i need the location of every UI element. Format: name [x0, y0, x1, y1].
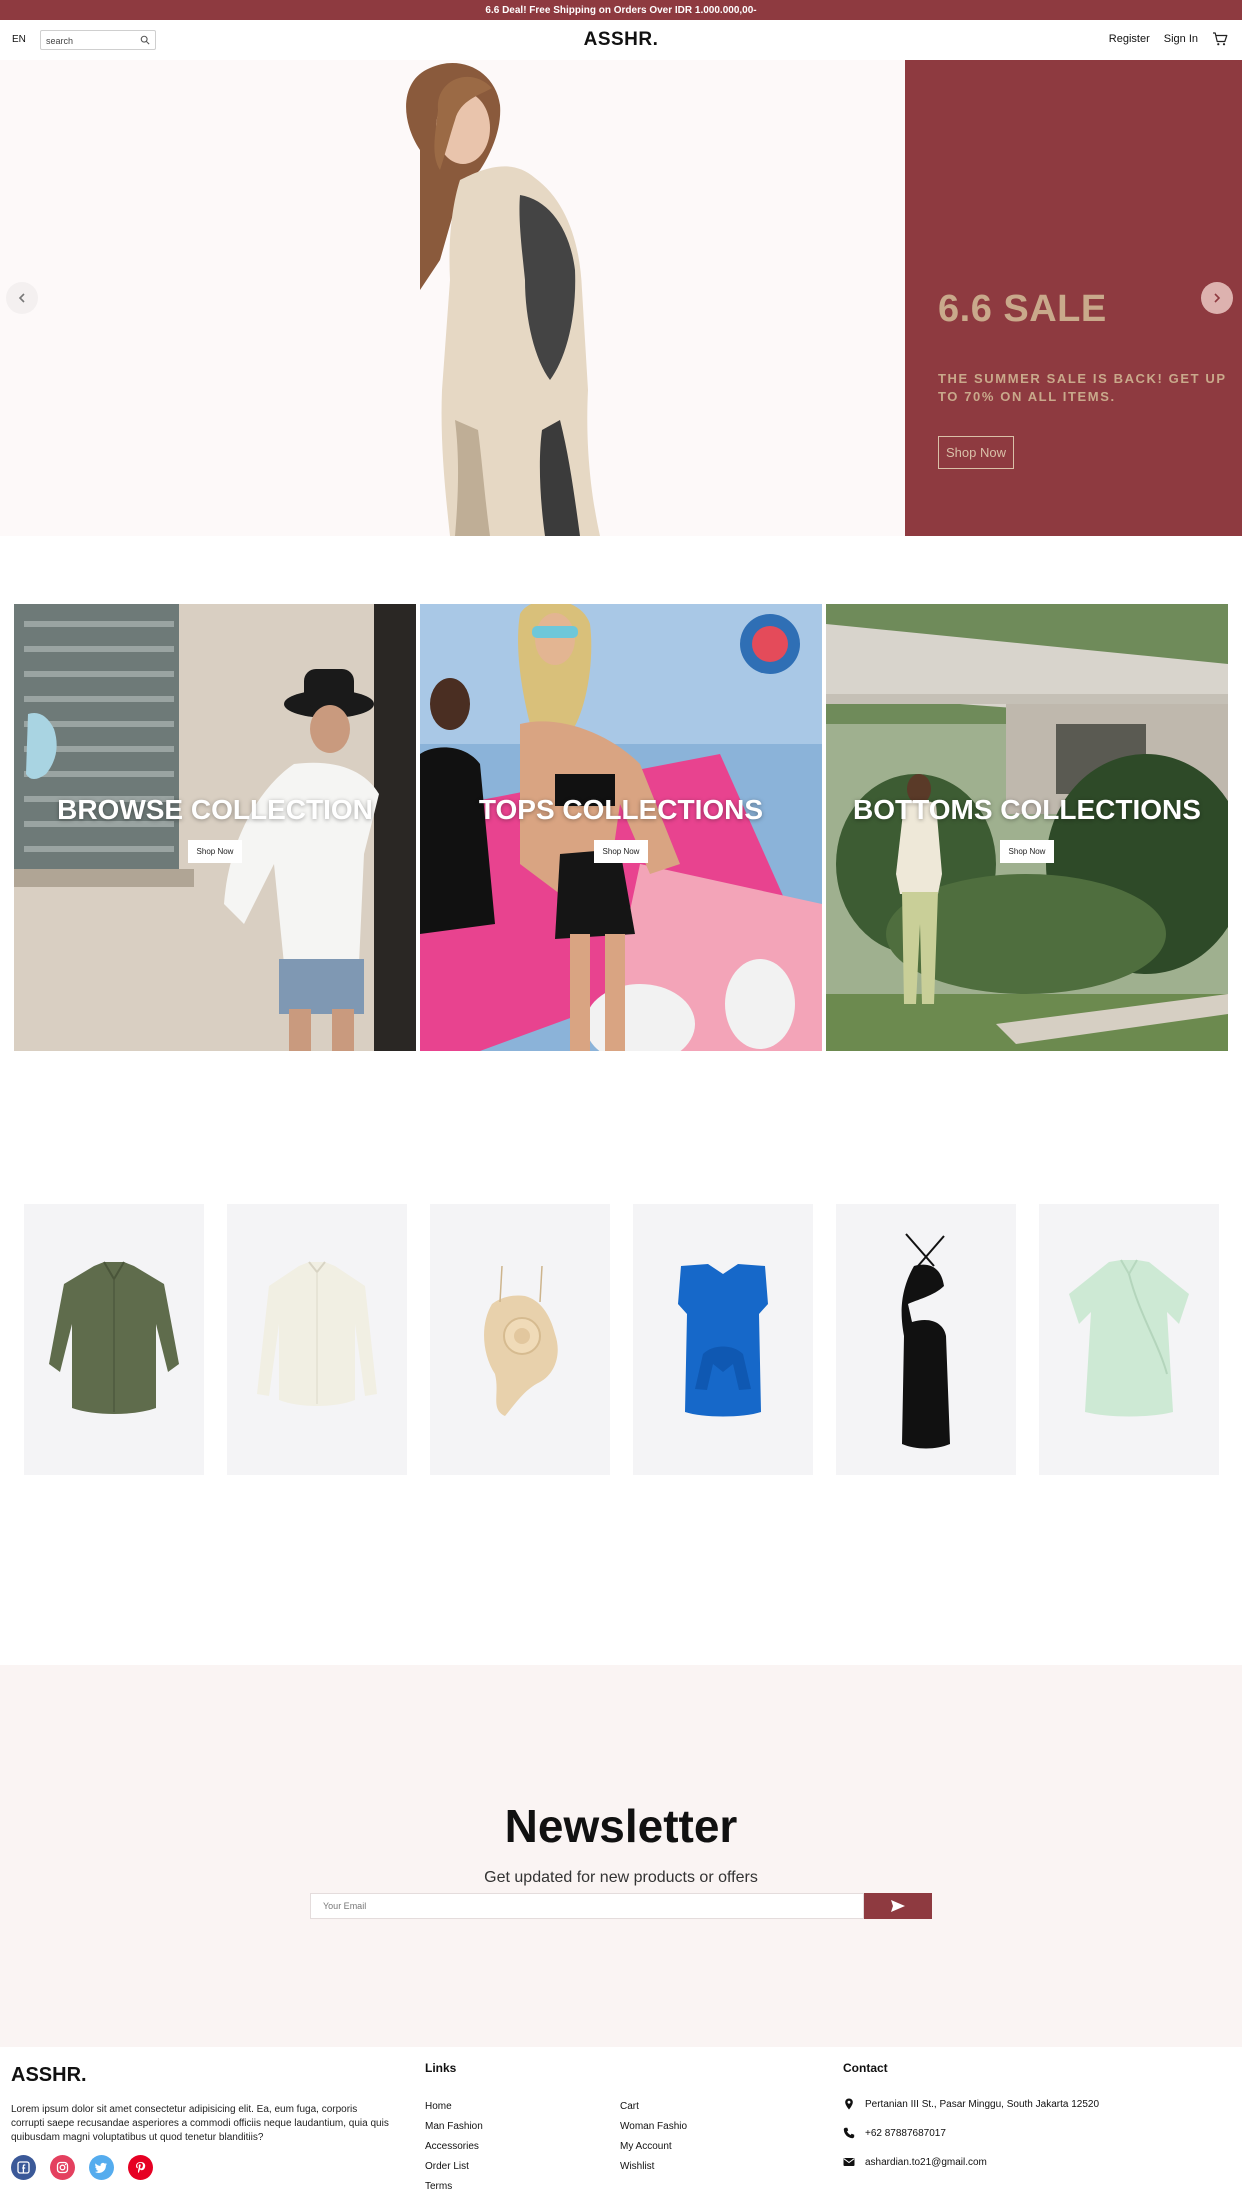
collection-card-browse[interactable]: BROWSE COLLECTION Shop Now	[14, 604, 416, 1051]
hero-title: 6.6 SALE	[938, 288, 1107, 330]
footer-link-terms[interactable]: Terms	[425, 2177, 483, 2197]
product-card[interactable]	[430, 1204, 610, 1475]
mint-wrap-dress-icon	[1069, 1259, 1189, 1417]
footer-links-column-2: Cart Woman Fashio My Account Wishlist	[620, 2097, 687, 2177]
location-pin-icon	[845, 2098, 853, 2110]
footer-link-wishlist[interactable]: Wishlist	[620, 2157, 687, 2177]
tops-collection-image	[420, 604, 822, 1051]
contact-email-text[interactable]: ashardian.to21@gmail.com	[865, 2157, 987, 2168]
instagram-icon	[56, 2161, 69, 2174]
register-link[interactable]: Register	[1109, 33, 1150, 45]
bottoms-collection-image	[826, 604, 1228, 1051]
newsletter-submit-button[interactable]	[864, 1893, 932, 1919]
search-input[interactable]	[41, 32, 137, 50]
footer-links-heading: Links	[425, 2061, 457, 2075]
collection-shop-now-button[interactable]: Shop Now	[594, 840, 648, 863]
contact-phone-text: +62 87887687017	[865, 2127, 946, 2139]
product-card[interactable]	[836, 1204, 1016, 1475]
hero-shop-now-button[interactable]: Shop Now	[938, 436, 1014, 469]
newsletter-title: Newsletter	[504, 1800, 738, 1852]
facebook-icon	[17, 2161, 30, 2174]
twitter-icon	[95, 2162, 107, 2173]
newsletter-subtitle: Get updated for new products or offers	[484, 1869, 758, 1886]
product-card[interactable]	[227, 1204, 407, 1475]
pinterest-button[interactable]	[128, 2155, 153, 2180]
announcement-text: 6.6 Deal! Free Shipping on Orders Over I…	[485, 4, 757, 16]
collection-shop-now-button[interactable]: Shop Now	[1000, 840, 1054, 863]
hero-model-image	[406, 62, 600, 536]
contact-email: ashardian.to21@gmail.com	[843, 2156, 987, 2168]
newsletter-form	[310, 1893, 932, 1919]
footer-link-order-list[interactable]: Order List	[425, 2157, 483, 2177]
footer-link-accessories[interactable]: Accessories	[425, 2137, 483, 2157]
facebook-button[interactable]	[11, 2155, 36, 2180]
sign-in-link[interactable]: Sign In	[1164, 33, 1198, 45]
search-icon[interactable]	[140, 35, 150, 45]
collection-card-bottoms[interactable]: BOTTOMS COLLECTIONS Shop Now	[826, 604, 1228, 1051]
hero-carousel: 6.6 SALE THE SUMMER SALE IS BACK! GET UP…	[0, 60, 1242, 536]
footer-link-woman-fashion[interactable]: Woman Fashio	[620, 2117, 687, 2137]
footer-link-cart[interactable]: Cart	[620, 2097, 687, 2117]
footer-link-home[interactable]: Home	[425, 2097, 483, 2117]
footer-about-text: Lorem ipsum dolor sit amet consectetur a…	[11, 2104, 389, 2143]
collection-title: BOTTOMS COLLECTIONS	[853, 794, 1201, 825]
send-icon	[891, 1900, 905, 1912]
blue-tie-front-top-icon	[678, 1264, 768, 1417]
chevron-right-icon	[1214, 293, 1221, 303]
newsletter-section: Newsletter Get updated for new products …	[0, 1665, 1242, 2047]
product-grid	[24, 1204, 1222, 1475]
contact-address: Pertanian III St., Pasar Minggu, South J…	[843, 2098, 1099, 2110]
social-links	[11, 2155, 153, 2180]
collection-title: BROWSE COLLECTION	[57, 794, 373, 825]
browse-collection-image	[14, 604, 416, 1051]
footer-link-man-fashion[interactable]: Man Fashion	[425, 2117, 483, 2137]
site-logo[interactable]: ASSHR.	[584, 29, 659, 50]
pinterest-icon	[136, 2162, 146, 2174]
footer-links-column-1: Home Man Fashion Accessories Order List …	[425, 2097, 483, 2197]
collection-shop-now-button[interactable]: Shop Now	[188, 840, 242, 863]
instagram-button[interactable]	[50, 2155, 75, 2180]
olive-linen-shirt-icon	[49, 1261, 179, 1414]
collection-title: TOPS COLLECTIONS	[478, 794, 764, 825]
collection-grid: BROWSE COLLECTION Shop Now TOPS COLLECTI…	[14, 604, 1228, 1051]
announcement-bar: 6.6 Deal! Free Shipping on Orders Over I…	[0, 0, 1242, 20]
collection-card-tops[interactable]: TOPS COLLECTIONS Shop Now	[420, 604, 822, 1051]
product-card[interactable]	[633, 1204, 813, 1475]
cart-icon[interactable]	[1212, 31, 1228, 47]
language-selector[interactable]: EN	[12, 34, 26, 45]
footer-link-my-account[interactable]: My Account	[620, 2137, 687, 2157]
footer-logo[interactable]: ASSHR.	[11, 2064, 87, 2087]
black-cutout-dress-icon	[901, 1233, 950, 1449]
contact-address-text: Pertanian III St., Pasar Minggu, South J…	[865, 2098, 1100, 2110]
phone-icon	[843, 2127, 855, 2139]
contact-phone: +62 87887687017	[843, 2127, 946, 2139]
product-card[interactable]	[1039, 1204, 1219, 1475]
product-card[interactable]	[24, 1204, 204, 1475]
header-actions: Register Sign In	[1109, 31, 1228, 47]
envelope-icon	[843, 2158, 855, 2166]
carousel-next-button[interactable]	[1201, 282, 1233, 314]
hero-subtitle: THE SUMMER SALE IS BACK! GET UP TO 70% O…	[938, 371, 1227, 404]
newsletter-email-input[interactable]	[310, 1893, 864, 1919]
twitter-button[interactable]	[89, 2155, 114, 2180]
chevron-left-icon	[18, 293, 25, 303]
carousel-prev-button[interactable]	[6, 282, 38, 314]
cream-blouse-icon	[257, 1261, 377, 1406]
site-footer: ASSHR. Lorem ipsum dolor sit amet consec…	[0, 2047, 1242, 2208]
beige-ruffle-top-icon	[484, 1265, 558, 1416]
footer-contact-heading: Contact	[843, 2061, 888, 2075]
hero-sale-panel: 6.6 SALE THE SUMMER SALE IS BACK! GET UP…	[905, 60, 1242, 536]
site-header: EN ASSHR. Register Sign In	[0, 20, 1242, 60]
search-box	[40, 30, 156, 50]
